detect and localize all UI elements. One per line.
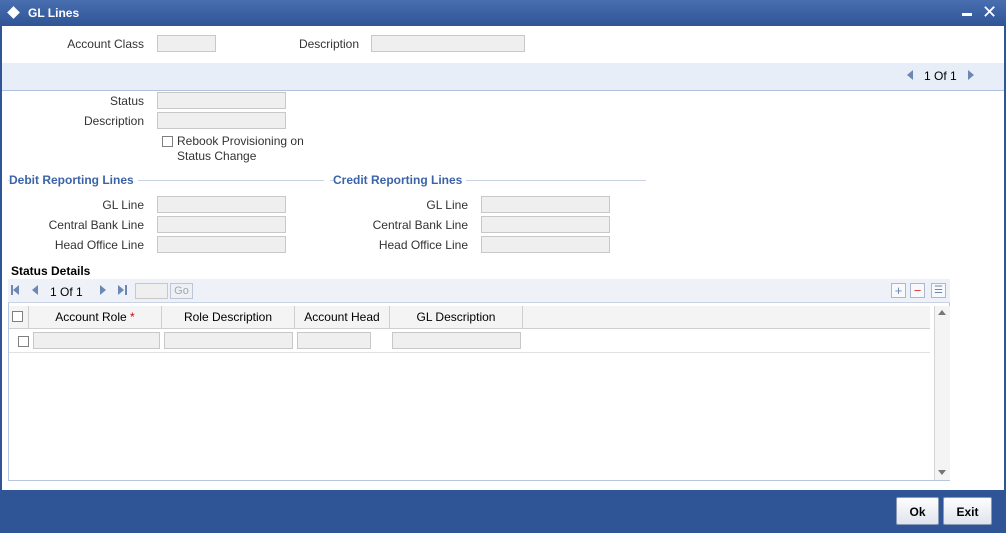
status-description-field[interactable] [157,112,286,129]
header-description-label: Description [298,37,359,51]
rebook-label-line1: Rebook Provisioning on [177,134,304,148]
credit-central-bank-label: Central Bank Line [372,218,468,232]
select-all-checkbox[interactable] [12,311,23,322]
debit-head-office-field[interactable] [157,236,286,253]
credit-gl-line-label: GL Line [426,198,468,212]
plus-icon[interactable]: + [891,283,906,298]
debit-gl-line-label: GL Line [102,198,144,212]
scroll-up-icon[interactable] [938,310,946,315]
debit-head-office-label: Head Office Line [54,238,144,252]
diamond-icon [7,6,20,19]
footer-bar [0,490,1006,533]
debit-central-bank-label: Central Bank Line [48,218,144,232]
grid-vertical-scrollbar[interactable] [934,306,950,480]
credit-head-office-label: Head Office Line [378,238,468,252]
row-role-description-field[interactable] [164,332,293,349]
rebook-provisioning-checkbox[interactable] [162,136,173,147]
ok-button[interactable]: Ok [896,497,939,525]
close-icon[interactable]: ✕ [982,2,997,22]
row-account-role-field[interactable] [33,332,160,349]
list-view-icon[interactable]: ☰ [931,283,946,298]
status-details-title: Status Details [11,264,91,278]
last-page-arrow[interactable] [118,285,124,295]
exit-button[interactable]: Exit [943,497,992,525]
credit-reporting-heading: Credit Reporting Lines [333,173,467,187]
debit-gl-line-field[interactable] [157,196,286,213]
title-bar: GL Lines ✕ [0,0,1006,26]
record-pager-strip [2,63,1004,91]
debit-reporting-heading: Debit Reporting Lines [9,173,138,187]
row-gl-description-field[interactable] [392,332,521,349]
header-description-field[interactable] [371,35,525,52]
grid-page-input[interactable] [135,283,168,299]
status-description-label: Description [83,114,144,128]
prev-page-icon[interactable] [32,285,38,295]
debit-central-bank-field[interactable] [157,216,286,233]
grid-pager-text: 1 Of 1 [50,285,83,299]
next-page-icon[interactable] [100,285,106,295]
minimize-icon[interactable] [962,13,972,16]
triangle-left-icon[interactable] [907,70,913,80]
col-account-role-label: Account Role [55,310,127,324]
credit-central-bank-field[interactable] [481,216,610,233]
row-account-head-field[interactable] [297,332,371,349]
scroll-down-icon[interactable] [938,470,946,475]
col-role-description[interactable]: Role Description [162,306,295,328]
window-title: GL Lines [28,6,80,20]
col-account-role[interactable]: Account Role * [29,306,162,328]
status-label: Status [109,94,144,108]
last-page-icon[interactable] [125,285,127,295]
record-pager-text: 1 Of 1 [924,69,957,83]
minus-icon[interactable]: − [910,283,925,298]
credit-gl-line-field[interactable] [481,196,610,213]
required-marker: * [130,310,135,324]
status-field[interactable] [157,92,286,109]
triangle-right-icon[interactable] [968,70,974,80]
first-page-arrow[interactable] [13,285,19,295]
col-gl-description[interactable]: GL Description [390,306,523,328]
account-class-field[interactable] [157,35,216,52]
col-account-head[interactable]: Account Head [295,306,390,328]
go-button[interactable]: Go [170,283,193,299]
row-select-checkbox[interactable] [18,336,29,347]
rebook-label-line2: Status Change [177,149,257,163]
credit-head-office-field[interactable] [481,236,610,253]
window-frame-left [0,26,2,490]
account-class-label: Account Class [67,37,144,51]
